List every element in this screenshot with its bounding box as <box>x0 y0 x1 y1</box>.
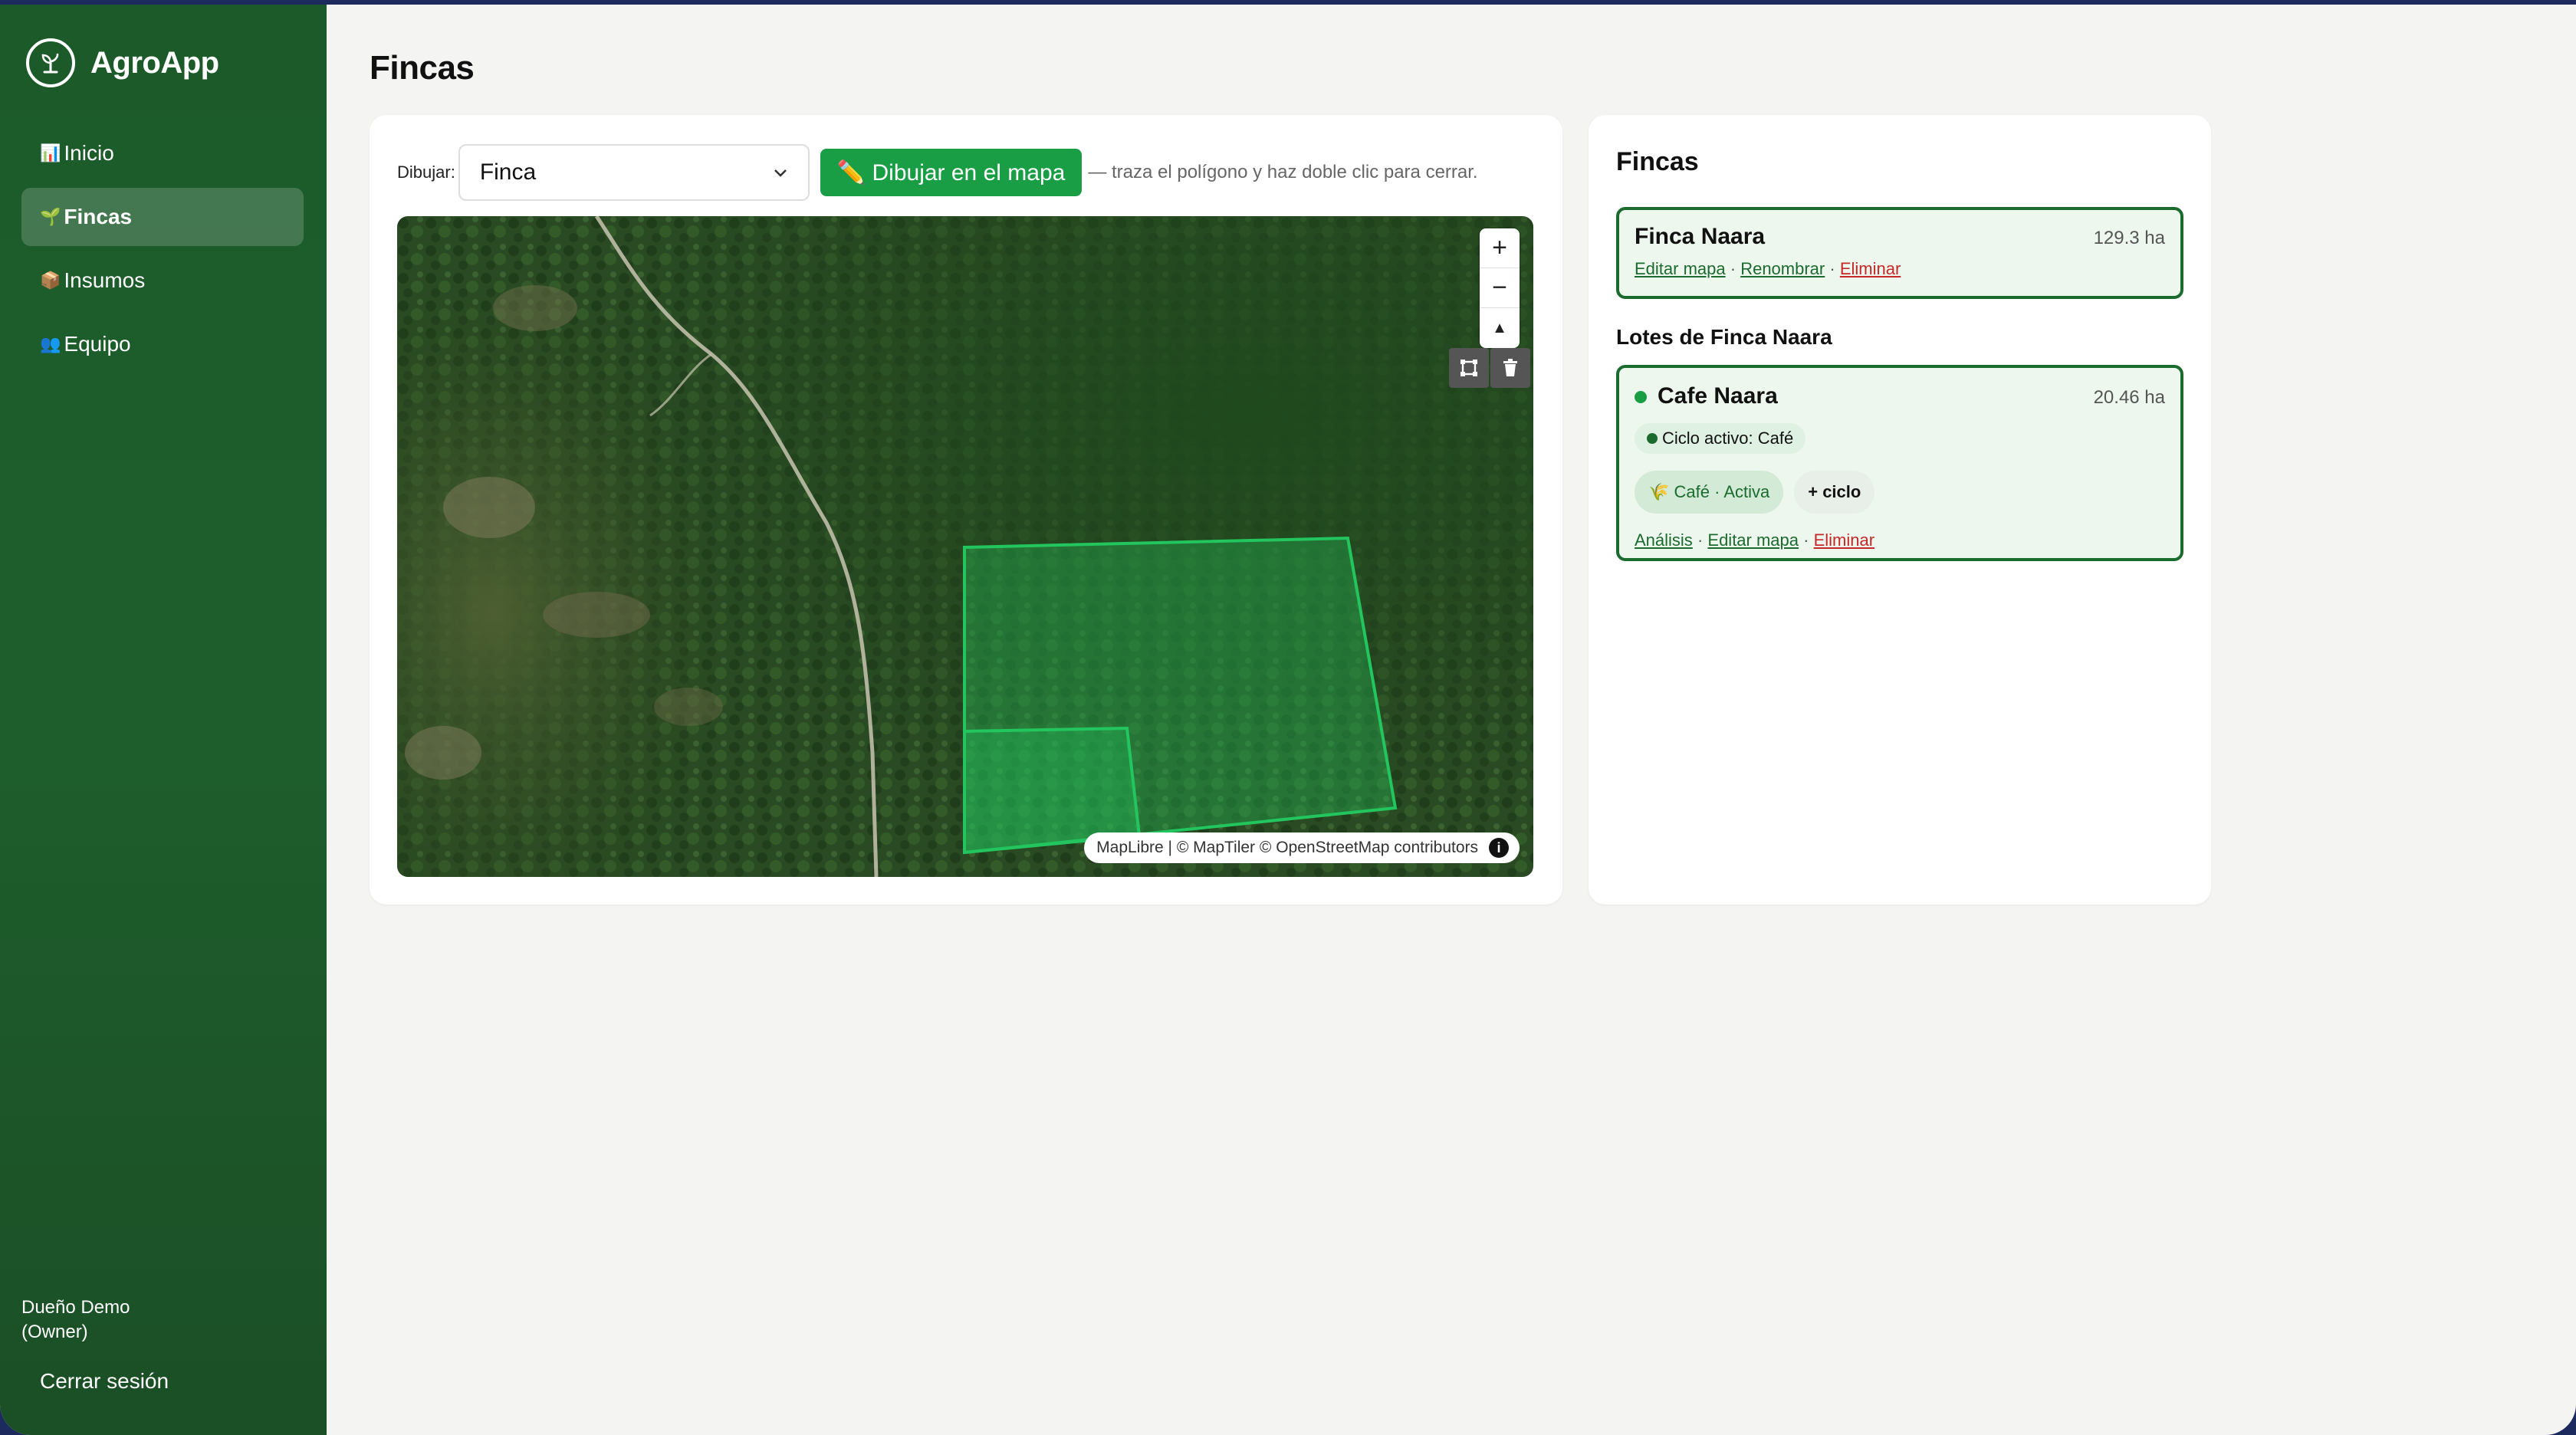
status-dot <box>1635 391 1647 403</box>
separator: · <box>1803 530 1809 550</box>
attribution-text: MapLibre | © MapTiler © OpenStreetMap co… <box>1096 839 1478 856</box>
lot-delete-link[interactable]: Eliminar <box>1814 530 1875 550</box>
map-attribution: MapLibre | © MapTiler © OpenStreetMap co… <box>1084 832 1520 863</box>
app-name: AgroApp <box>90 45 219 80</box>
sidebar-item-fincas[interactable]: 🌱 Fincas <box>21 188 304 246</box>
lot-edit-map-link[interactable]: Editar mapa <box>1707 530 1799 550</box>
sidebar-item-label: Fincas <box>64 205 133 228</box>
add-cycle-button[interactable]: + ciclo <box>1794 471 1875 514</box>
compass-icon: ▲ <box>1492 319 1507 337</box>
farm-edit-map-link[interactable]: Editar mapa <box>1635 259 1726 278</box>
farm-item[interactable]: Finca Naara 129.3 ha Editar mapa · Renom… <box>1616 207 2183 299</box>
sidebar-nav: 📊 Inicio 🌱 Fincas 📦 Insumos 👥 Equipo <box>21 124 304 379</box>
farm-name: Finca Naara <box>1635 224 1766 249</box>
farm-actions: Editar mapa · Renombrar · Eliminar <box>1635 259 2165 279</box>
sidebar-item-label: Equipo <box>64 332 131 356</box>
polygon-icon <box>1460 360 1477 376</box>
map-card: Dibujar: Finca ✏️ Dibujar en el mapa — t… <box>370 115 1562 905</box>
logout-button[interactable]: Cerrar sesión <box>40 1369 169 1394</box>
separator: · <box>1697 530 1704 550</box>
compass-button[interactable]: ▲ <box>1480 308 1520 348</box>
trash-tool-button[interactable] <box>1490 348 1530 388</box>
draw-on-map-button[interactable]: ✏️ Dibujar en el mapa <box>820 149 1083 196</box>
app-logo[interactable]: AgroApp <box>26 38 219 87</box>
farms-panel-title: Fincas <box>1616 147 1699 176</box>
draw-type-select[interactable]: Finca <box>458 144 810 201</box>
farm-rename-link[interactable]: Renombrar <box>1740 259 1825 278</box>
lots-title: Lotes de Finca Naara <box>1616 325 1832 349</box>
page-title: Fincas <box>370 49 475 87</box>
sidebar-item-label: Inicio <box>64 141 114 165</box>
lot-analysis-link[interactable]: Análisis <box>1635 530 1693 550</box>
cycle-chip-cafe[interactable]: 🌾 Café · Activa <box>1635 471 1784 514</box>
active-cycle-badge: Ciclo activo: Café <box>1635 423 1806 454</box>
user-role: (Owner) <box>21 1322 88 1342</box>
farm-size: 129.3 ha <box>2093 228 2165 248</box>
status-dot <box>1647 433 1658 444</box>
farms-panel: Fincas Finca Naara 129.3 ha Editar mapa … <box>1589 115 2211 905</box>
user-info: Dueño Demo (Owner) <box>21 1295 251 1345</box>
lot-item[interactable]: Cafe Naara 20.46 ha Ciclo activo: Café 🌾… <box>1616 365 2183 561</box>
farm-delete-link[interactable]: Eliminar <box>1840 259 1901 278</box>
draw-toolbar: Dibujar: Finca ✏️ Dibujar en el mapa — t… <box>397 144 1478 201</box>
zoom-in-button[interactable]: + <box>1480 228 1520 268</box>
map-zoom-controls: + − ▲ <box>1480 228 1520 348</box>
sidebar-item-equipo[interactable]: 👥 Equipo <box>21 315 304 373</box>
separator: · <box>1730 259 1737 278</box>
draw-tools <box>1447 348 1530 388</box>
trash-icon <box>1503 359 1517 376</box>
satellite-imagery <box>397 216 1533 877</box>
sidebar-item-label: Insumos <box>64 268 146 292</box>
cycle-chips: 🌾 Café · Activa + ciclo <box>1635 471 2165 514</box>
draw-type-value: Finca <box>479 159 537 185</box>
user-name: Dueño Demo <box>21 1297 130 1318</box>
polygon-tool-button[interactable] <box>1449 348 1489 388</box>
sidebar-item-inicio[interactable]: 📊 Inicio <box>21 124 304 182</box>
package-icon: 📦 <box>40 271 61 290</box>
lot-name: Cafe Naara <box>1635 383 1778 409</box>
people-icon: 👥 <box>40 334 61 353</box>
lot-name-text: Cafe Naara <box>1658 383 1778 409</box>
lot-actions: Análisis · Editar mapa · Eliminar <box>1635 530 2165 550</box>
seedling-icon: 🌱 <box>40 207 61 226</box>
app-frame: AgroApp 📊 Inicio 🌱 Fincas 📦 Insumos 👥 Eq… <box>0 5 2576 1435</box>
active-cycle-text: Ciclo activo: Café <box>1662 429 1794 448</box>
chevron-down-icon <box>774 169 787 177</box>
draw-label: Dibujar: <box>397 163 455 182</box>
chart-icon: 📊 <box>40 143 61 163</box>
separator: · <box>1829 259 1835 278</box>
sidebar: AgroApp 📊 Inicio 🌱 Fincas 📦 Insumos 👥 Eq… <box>0 5 327 1435</box>
sprout-icon <box>26 38 75 87</box>
info-icon[interactable]: i <box>1489 838 1509 858</box>
satellite-map[interactable]: + − ▲ MapLibre | © MapTiler © OpenStreet… <box>397 216 1533 877</box>
lot-size: 20.46 ha <box>2093 387 2165 408</box>
sidebar-item-insumos[interactable]: 📦 Insumos <box>21 251 304 310</box>
zoom-out-button[interactable]: − <box>1480 268 1520 308</box>
draw-hint: — traza el polígono y haz doble clic par… <box>1088 162 1478 182</box>
